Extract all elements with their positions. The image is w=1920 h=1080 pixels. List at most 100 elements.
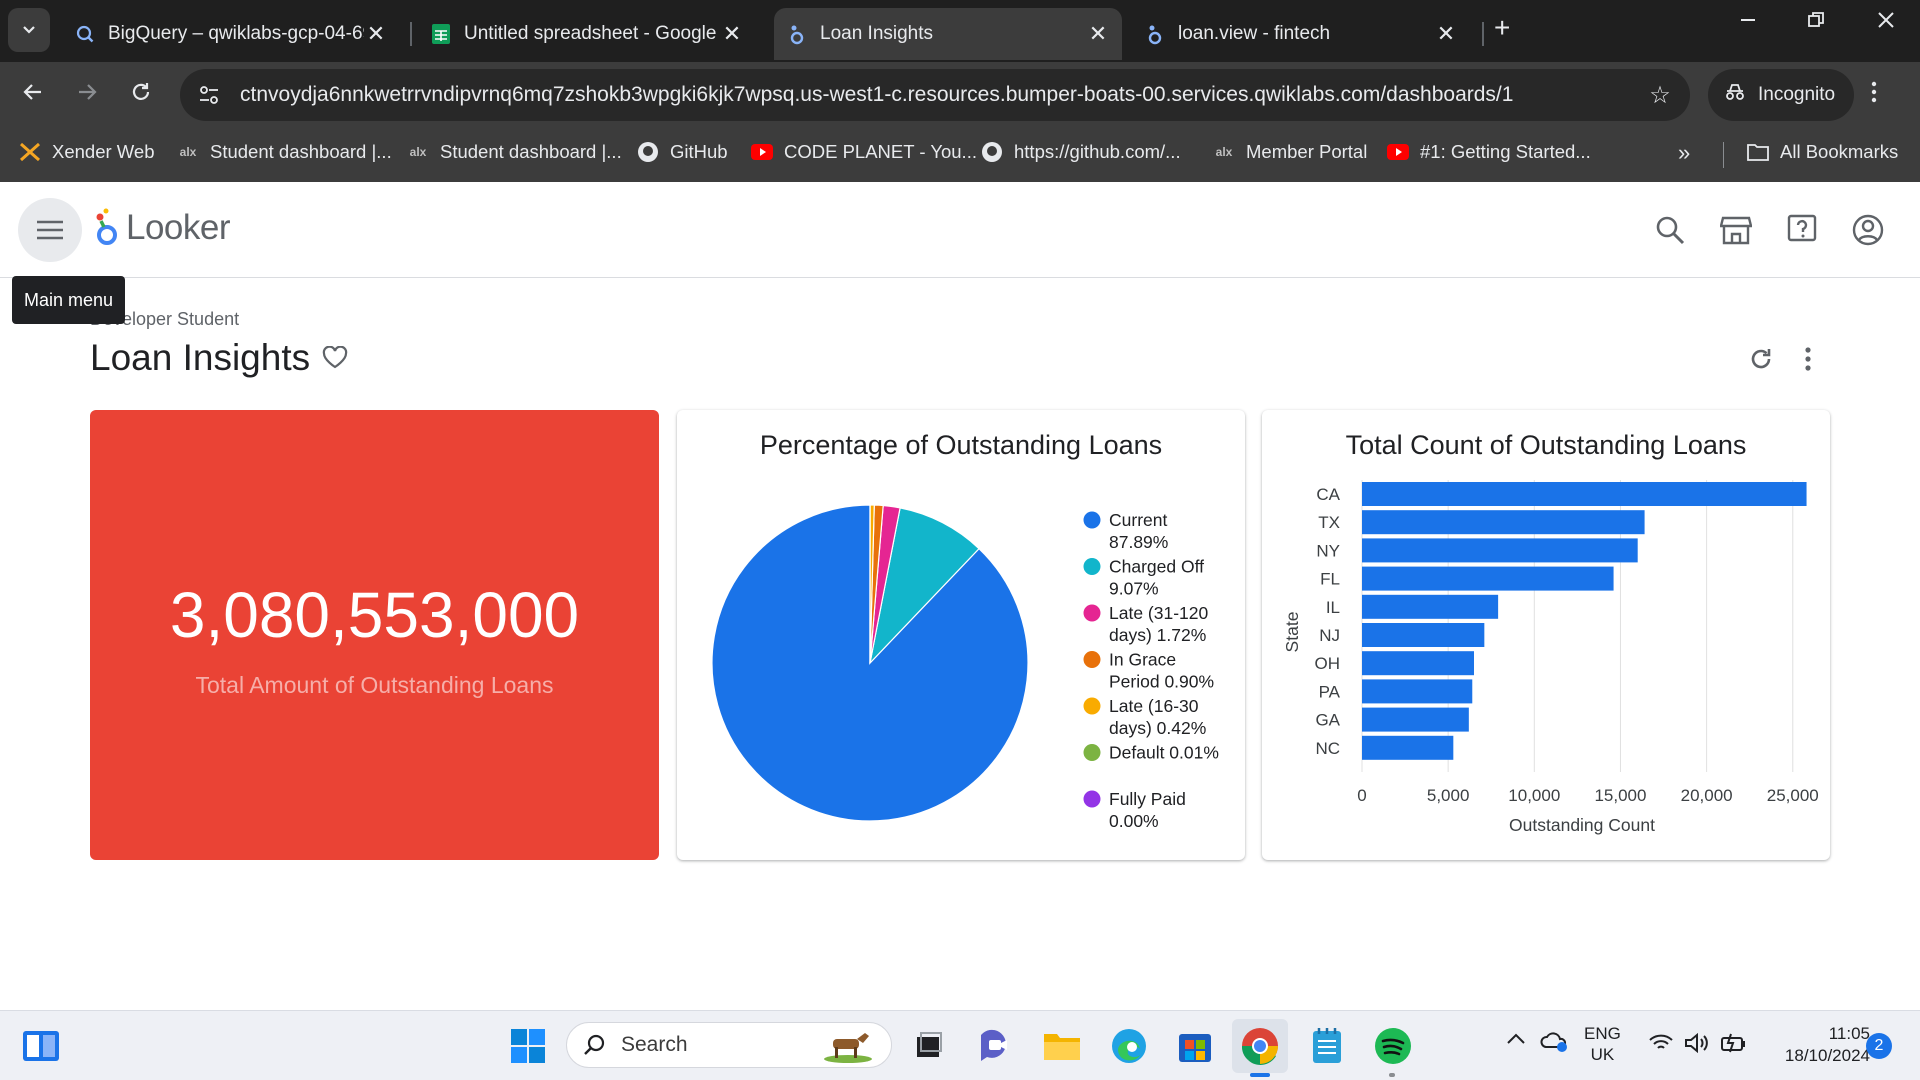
bar-nj[interactable] <box>1362 623 1485 647</box>
site-info-icon[interactable] <box>194 80 224 110</box>
y-tick-label: IL <box>1326 598 1340 617</box>
x-tick-label: 5,000 <box>1427 786 1470 805</box>
main-menu-tooltip: Main menu <box>12 276 125 324</box>
close-icon <box>1878 12 1894 28</box>
edge-icon <box>1112 1029 1146 1063</box>
close-icon[interactable]: ✕ <box>364 21 388 47</box>
bookmark-star-icon[interactable]: ☆ <box>1640 81 1680 110</box>
spotify-icon <box>1375 1028 1411 1064</box>
windows-taskbar: Search ENG UK 11:05 18/10/2024 2 <box>0 1010 1920 1080</box>
y-tick-label: PA <box>1319 682 1341 701</box>
bar-il[interactable] <box>1362 594 1499 619</box>
new-tab-button[interactable]: + <box>1494 12 1510 44</box>
legend-label: Default 0.01% <box>1109 743 1219 763</box>
bar-chart-tile[interactable]: Total Count of Outstanding Loans 0 5,000 1… <box>1262 410 1830 860</box>
system-clock[interactable]: 11:05 18/10/2024 <box>1760 1023 1870 1067</box>
legend-label: Late (31-120 <box>1109 603 1209 623</box>
widgets-icon <box>23 1031 59 1061</box>
arrow-left-icon <box>23 84 41 100</box>
search-button[interactable] <box>1652 212 1688 248</box>
bookmarks-overflow-button[interactable]: » <box>1678 140 1690 166</box>
legend-swatch <box>1083 604 1101 622</box>
notification-badge[interactable]: 2 <box>1866 1033 1892 1059</box>
x-tick-label: 25,000 <box>1767 786 1819 805</box>
battery-icon[interactable] <box>1720 1033 1748 1058</box>
main-menu-button[interactable] <box>18 198 82 262</box>
bookmark-label: All Bookmarks <box>1780 141 1899 162</box>
pie-chart-tile[interactable]: Percentage of Outstanding Loans Current 8… <box>677 410 1245 860</box>
forward-button[interactable] <box>70 80 104 111</box>
youtube-icon <box>750 140 774 164</box>
looker-logo[interactable]: Looker <box>94 208 231 248</box>
dashboard-actions-button[interactable] <box>1796 344 1820 374</box>
close-icon[interactable]: ✕ <box>720 21 744 47</box>
refresh-button[interactable] <box>1746 344 1776 374</box>
tab-spreadsheet[interactable]: Untitled spreadsheet - Google S ✕ <box>418 8 756 60</box>
close-icon[interactable]: ✕ <box>1434 21 1458 47</box>
chrome-button[interactable] <box>1232 1019 1288 1073</box>
youtube-icon <box>1386 140 1410 164</box>
bar-ny[interactable] <box>1362 538 1638 563</box>
taskbar-search[interactable]: Search <box>566 1022 892 1068</box>
refresh-icon <box>1751 349 1771 369</box>
url-text[interactable]: ctnvoydja6nnkwetrrvndipvrnq6mq7zshokb3wp… <box>240 83 1640 107</box>
legend-swatch <box>1083 744 1101 761</box>
all-bookmarks-button[interactable]: All Bookmarks <box>1746 140 1898 164</box>
close-window-button[interactable] <box>1866 10 1906 36</box>
legend-label: days) 1.72% <box>1109 625 1206 645</box>
bookmark-label: Student dashboard |... <box>210 141 392 162</box>
help-button[interactable] <box>1784 212 1820 248</box>
teams-button[interactable] <box>976 1025 1018 1067</box>
bookmark-github[interactable]: GitHub <box>636 140 728 164</box>
bookmark-github-url[interactable]: https://github.com/... <box>980 140 1181 164</box>
onedrive-icon[interactable] <box>1540 1029 1570 1058</box>
account-button[interactable] <box>1850 212 1886 248</box>
language-indicator[interactable]: ENG UK <box>1584 1023 1621 1065</box>
widgets-button[interactable] <box>20 1025 62 1067</box>
xender-icon <box>18 140 42 164</box>
notepad-button[interactable] <box>1306 1025 1348 1067</box>
restore-button[interactable] <box>1796 10 1836 36</box>
volume-icon[interactable] <box>1684 1032 1710 1058</box>
bar-oh[interactable] <box>1362 651 1474 676</box>
tab-loan-insights[interactable]: Loan Insights ✕ <box>774 8 1122 60</box>
reload-button[interactable] <box>124 80 158 111</box>
task-view-button[interactable] <box>908 1025 950 1067</box>
show-hidden-icons-button[interactable] <box>1506 1031 1526 1051</box>
incognito-indicator[interactable]: Incognito <box>1708 69 1854 121</box>
marketplace-button[interactable] <box>1718 212 1754 248</box>
bar-ca[interactable] <box>1362 482 1807 506</box>
bookmark-member-portal[interactable]: alx Member Portal <box>1212 140 1368 164</box>
back-button[interactable] <box>16 80 50 111</box>
bar-tx[interactable] <box>1362 510 1645 535</box>
bar-fl[interactable] <box>1362 566 1614 591</box>
bookmark-student-dashboard-2[interactable]: alx Student dashboard |... <box>406 140 622 164</box>
file-explorer-button[interactable] <box>1041 1025 1083 1067</box>
bookmark-code-planet[interactable]: CODE PLANET - You... <box>750 140 977 164</box>
edge-button[interactable] <box>1108 1025 1150 1067</box>
microsoft-store-button[interactable] <box>1174 1025 1216 1067</box>
bookmark-xender-web[interactable]: Xender Web <box>18 140 155 164</box>
kpi-tile[interactable]: 3,080,553,000 Total Amount of Outstandin… <box>90 410 659 860</box>
tab-search-button[interactable] <box>8 8 50 52</box>
bar-nc[interactable] <box>1362 735 1454 760</box>
browser-menu-button[interactable] <box>1870 80 1878 111</box>
bookmark-getting-started[interactable]: #1: Getting Started... <box>1386 140 1591 164</box>
minimize-button[interactable] <box>1728 10 1768 36</box>
close-icon[interactable]: ✕ <box>1086 21 1110 47</box>
address-bar[interactable]: ctnvoydja6nnkwetrrvndipvrnq6mq7zshokb3wp… <box>180 69 1690 121</box>
bar-ga[interactable] <box>1362 707 1469 732</box>
wifi-icon[interactable] <box>1648 1033 1674 1058</box>
tab-bigquery[interactable]: BigQuery – qwiklabs-gcp-04-69 ✕ <box>62 8 400 60</box>
bar-pa[interactable] <box>1362 679 1473 704</box>
language-code: ENG <box>1584 1024 1621 1043</box>
legend-swatch <box>1083 790 1101 808</box>
tab-loan-view[interactable]: loan.view - fintech ✕ <box>1132 8 1470 60</box>
tab-title: Loan Insights <box>820 23 934 44</box>
start-button[interactable] <box>507 1025 549 1067</box>
spotify-button[interactable] <box>1372 1025 1414 1067</box>
windows-icon <box>511 1029 545 1063</box>
favorite-heart-icon[interactable] <box>322 346 348 370</box>
folder-icon <box>1044 1034 1080 1060</box>
bookmark-student-dashboard-1[interactable]: alx Student dashboard |... <box>176 140 392 164</box>
